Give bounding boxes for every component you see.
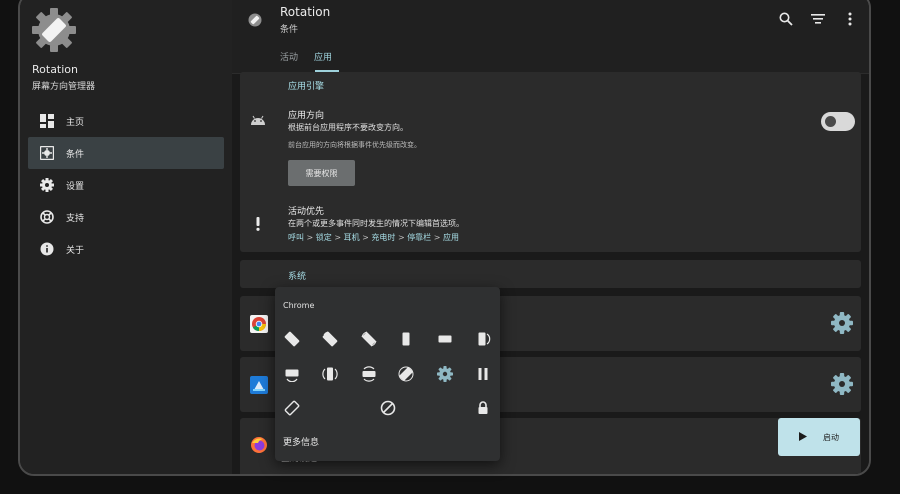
page-subtitle: 条件 (280, 25, 299, 35)
lock-icon[interactable] (474, 399, 492, 417)
gear-icon[interactable] (436, 365, 454, 383)
auto-rotate-icon[interactable] (360, 330, 378, 348)
landscape-tilt-icon[interactable] (283, 365, 301, 383)
top-app-bar: Rotation 条件 活动 应用 (232, 0, 869, 74)
tab-apps[interactable]: 应用 (314, 50, 332, 63)
chain-item: 耳机 (343, 233, 360, 242)
more-vert-icon[interactable] (841, 10, 859, 28)
gear-icon (39, 177, 55, 193)
permission-button[interactable]: 需要权限 (288, 160, 355, 186)
priority-icon (250, 216, 266, 232)
portrait-icon[interactable] (397, 330, 415, 348)
app-logo-icon (32, 8, 76, 52)
sidebar-item-label: 设置 (66, 181, 85, 192)
tab-activity[interactable]: 活动 (280, 50, 298, 63)
sidebar-item-about[interactable]: 关于 (28, 233, 224, 265)
rotate-right-icon[interactable] (321, 330, 339, 348)
sidebar-item-label: 关于 (66, 245, 85, 256)
sidebar-item-home[interactable]: 主页 (28, 105, 224, 137)
gear-icon[interactable] (831, 373, 853, 395)
rotate-left-icon[interactable] (283, 330, 301, 348)
orientation-toggle[interactable] (821, 112, 855, 131)
sidebar-item-settings[interactable]: 设置 (28, 169, 224, 201)
full-sensor-icon[interactable] (397, 365, 415, 383)
rotate-lock-both-icon[interactable] (321, 365, 339, 383)
sort-icon[interactable] (809, 10, 827, 28)
start-button-label: 启动 (823, 432, 839, 442)
orientation-popup: Chrome 更多信息 (275, 287, 500, 461)
section-title: 应用引擎 (288, 82, 325, 92)
sensor-landscape-icon[interactable] (360, 365, 378, 383)
gear-icon[interactable] (831, 312, 853, 334)
chain-separator: > (362, 233, 372, 242)
orientation-desc: 根据前台应用程序不要改变方向。 (288, 123, 408, 132)
section-title: 系统 (288, 272, 307, 282)
support-icon (39, 209, 55, 225)
dashboard-icon (39, 113, 55, 129)
pause-icon[interactable] (474, 365, 492, 383)
app-blue-icon (250, 376, 268, 394)
search-icon[interactable] (777, 10, 795, 28)
app-name: Rotation (32, 63, 79, 76)
chain-separator: > (334, 233, 344, 242)
sidebar-item-conditions[interactable]: 条件 (28, 137, 224, 169)
info-icon (39, 241, 55, 257)
chain-separator: > (306, 233, 316, 242)
popup-title: Chrome (283, 301, 315, 310)
chain-item: 应用 (442, 233, 459, 242)
chain-item: 呼叫 (288, 233, 304, 242)
sensor-portrait-icon[interactable] (283, 399, 301, 417)
priority-chain[interactable]: 呼叫 > 锁定 > 耳机 > 充电时 > 停靠栏 > 应用 (288, 232, 459, 243)
toggle-knob (825, 116, 836, 127)
sidebar-item-label: 条件 (66, 149, 85, 160)
chain-item: 锁定 (315, 233, 332, 242)
sidebar-item-label: 主页 (66, 117, 85, 128)
more-info-link[interactable]: 更多信息 (283, 435, 319, 448)
sidebar: Rotation 屏幕方向管理器 主页 条件 设置 支持 关于 (20, 0, 232, 474)
chain-item: 充电时 (371, 233, 396, 242)
orientation-title: 应用方向 (288, 111, 325, 121)
chrome-icon (250, 315, 268, 333)
sidebar-item-label: 支持 (66, 213, 85, 224)
start-button[interactable]: 启动 (778, 418, 860, 456)
sidebar-item-support[interactable]: 支持 (28, 201, 224, 233)
chain-separator: > (433, 233, 443, 242)
conditions-icon (39, 145, 55, 161)
chain-separator: > (397, 233, 408, 242)
app-small-icon (248, 12, 262, 27)
landscape-icon[interactable] (436, 330, 454, 348)
app-subtitle: 屏幕方向管理器 (32, 82, 96, 92)
orientation-note: 前台应用的方向将根据事件优先级而改变。 (288, 141, 421, 149)
android-icon (250, 112, 266, 128)
priority-title: 活动优先 (288, 207, 325, 217)
reverse-portrait-icon[interactable] (474, 330, 492, 348)
page-title: Rotation (280, 5, 331, 19)
app-engine-card: 应用引擎 应用方向 根据前台应用程序不要改变方向。 前台应用的方向将根据事件优先… (240, 72, 861, 252)
play-icon (799, 431, 807, 443)
priority-desc: 在两个或更多事件同时发生的情况下编辑首选项。 (288, 219, 464, 228)
system-section: 系统 (240, 260, 861, 288)
block-icon[interactable] (379, 399, 397, 417)
firefox-icon (250, 436, 268, 454)
chain-item: 停靠栏 (407, 233, 432, 242)
